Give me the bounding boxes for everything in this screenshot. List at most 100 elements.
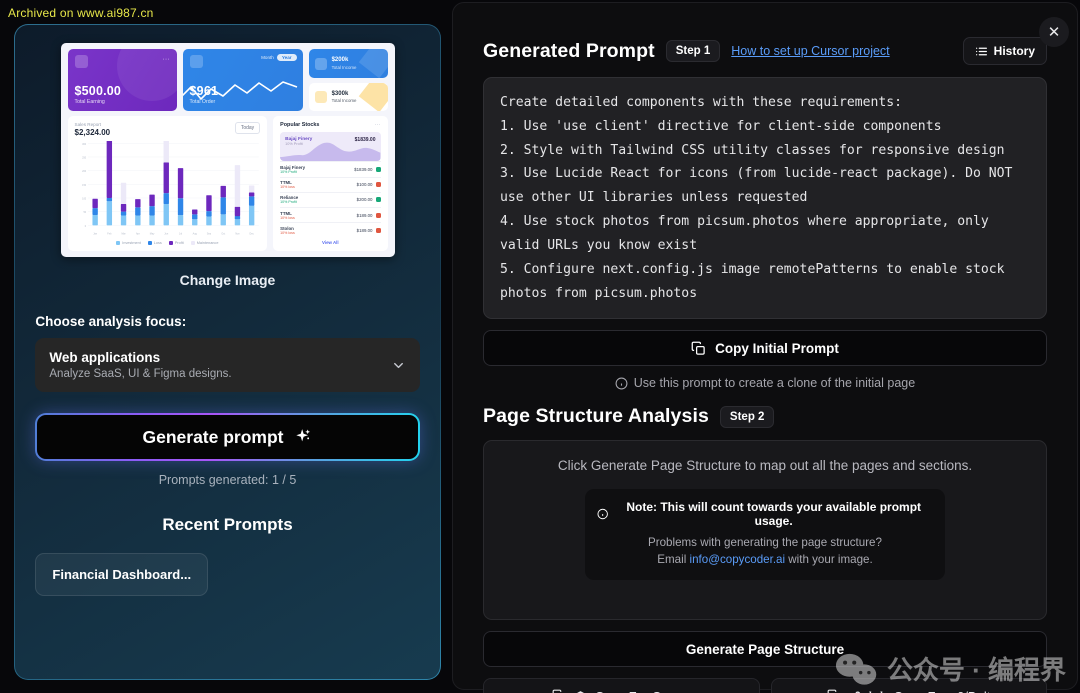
preview-popular-stocks-card: Popular Stocks ··· Bajaj Finery 10% Prof… (273, 116, 388, 252)
stock-price: $189.00 (356, 227, 373, 233)
history-label: History (993, 44, 1035, 58)
legend-label: Investment (122, 241, 141, 246)
archive-watermark: Archived on www.ai987.cn (8, 6, 154, 20)
popular-stocks-header: Popular Stocks ··· (280, 122, 380, 128)
preview-kpi-row: ··· $500.00 Total Earning Month Year $96… (67, 49, 388, 112)
popular-stocks-title: Popular Stocks (280, 122, 320, 129)
support-email-link[interactable]: info@copycoder.ai (690, 553, 786, 566)
stock-change: 10% loss (280, 185, 295, 190)
note-body: Problems with generating the page struct… (597, 535, 933, 569)
app-root: Archived on www.ai987.cn ··· $500.00 Tot… (0, 0, 1080, 693)
initial-prompt-hint-text: Use this prompt to create a clone of the… (633, 376, 916, 391)
preview-sales-report-card: Sales Report $2,324.00 Today 0 50 100 150 20… (67, 116, 268, 252)
bag-icon (189, 55, 203, 69)
copy-for-v0-bolt-label: Copy For v0/Bolt (894, 689, 991, 693)
stock-change: 10% Profit (280, 200, 297, 205)
left-panel: ··· $500.00 Total Earning Month Year $96… (14, 24, 441, 680)
chevron-down-icon (393, 362, 403, 368)
legend-swatch (147, 241, 152, 246)
svg-text:Feb: Feb (107, 232, 112, 236)
sparkles-icon (295, 429, 310, 442)
stock-direction-icon (375, 197, 381, 203)
more-icon[interactable]: ··· (375, 122, 381, 128)
copy-initial-prompt-button[interactable]: Copy Initial Prompt (483, 330, 1047, 367)
preview-range-toggle: Month Year (261, 54, 297, 62)
stock-price: $100.00 (356, 182, 373, 188)
sales-report-chart: 0 50 100 150 200 250 300 Jan Feb Mar Apr May Jun Jul A… (75, 127, 261, 239)
close-icon[interactable]: ✕ (1039, 17, 1069, 47)
stock-direction-icon (375, 227, 381, 233)
copy-for-v0-bolt-button[interactable]: v0 bolt Copy For v0/Bolt (770, 678, 1047, 693)
toggle-year: Year (276, 54, 297, 62)
svg-text:Sep: Sep (206, 232, 211, 236)
svg-text:Dec: Dec (249, 232, 254, 236)
page-structure-empty-lead: Click Generate Page Structure to map out… (557, 458, 973, 474)
preview-kpi-label: Total Order (189, 99, 216, 106)
svg-text:150: 150 (82, 183, 86, 187)
info-icon (615, 377, 628, 390)
legend-item: Investment (116, 241, 141, 246)
svg-text:100: 100 (82, 197, 86, 201)
svg-text:Jun: Jun (164, 232, 168, 236)
preview-mini-amount: $200k (331, 57, 349, 64)
recent-prompts-title: Recent Prompts (162, 515, 293, 535)
cursor-setup-link[interactable]: How to set up Cursor project (731, 44, 889, 58)
analysis-focus-select[interactable]: Web applications Analyze SaaS, UI & Figm… (35, 338, 420, 393)
copy-for-cursor-button[interactable]: Copy For Cursor (483, 678, 760, 693)
dashboard-preview: ··· $500.00 Total Earning Month Year $96… (60, 43, 395, 258)
recent-prompt-item[interactable]: Financial Dashboard... (35, 553, 209, 597)
stock-row: TTML 10% loss $100.00 (280, 176, 381, 192)
page-structure-empty-state: Click Generate Page Structure to map out… (483, 440, 1047, 621)
generated-prompt-title: Generated Prompt (483, 39, 655, 62)
more-icon: ··· (162, 56, 170, 64)
uploaded-image-preview[interactable]: ··· $500.00 Total Earning Month Year $96… (60, 43, 395, 258)
copy-icon (691, 341, 705, 355)
note-email-suffix: with your image. (785, 553, 873, 567)
svg-text:Jul: Jul (179, 232, 182, 236)
note-email-line: Email info@copycoder.ai with your image. (597, 552, 933, 569)
svg-text:May: May (149, 232, 154, 236)
preview-mini-white: $300k Total Income (308, 82, 388, 112)
step1-badge: Step 1 (665, 40, 721, 62)
legend-swatch (168, 241, 173, 246)
calendar-icon (314, 91, 327, 104)
copy-for-cursor-label: Copy For Cursor (595, 689, 691, 693)
generate-prompt-button[interactable]: Generate prompt (37, 415, 418, 460)
left-panel-inner: ··· $500.00 Total Earning Month Year $96… (15, 25, 440, 679)
preview-mini-amount: $300k (331, 90, 349, 97)
sales-report-caption: Sales Report (74, 122, 102, 128)
step1-header: Generated Prompt Step 1 How to set up Cu… (483, 37, 1047, 65)
svg-text:0: 0 (84, 224, 86, 228)
note-title-row: Note: This will count towards your avail… (597, 500, 933, 528)
stocks-view-all[interactable]: View All (280, 240, 380, 245)
svg-text:50: 50 (83, 210, 86, 214)
generated-prompt-modal: ✕ Generated Prompt Step 1 How to set up … (452, 2, 1078, 693)
copy-buttons-row: Copy For Cursor v0 bolt Copy For v0/Bolt (483, 678, 1047, 693)
generate-page-structure-button[interactable]: Generate Page Structure (483, 631, 1047, 668)
preview-mini-label: Total Income (331, 64, 357, 70)
copy-icon (827, 690, 837, 693)
legend-swatch (116, 241, 121, 246)
note-title: Note: This will count towards your avail… (626, 500, 922, 529)
change-image-button[interactable]: Change Image (35, 272, 419, 288)
preview-kpi-label: Total Earning (74, 99, 105, 106)
stock-direction-icon (375, 182, 381, 188)
svg-text:Apr: Apr (135, 232, 139, 236)
svg-text:Nov: Nov (235, 232, 240, 236)
note-problem: Problems with generating the page struct… (648, 536, 882, 550)
stacked-bar-chart: 0 50 100 150 200 250 300 Jan Feb Mar Apr May Jun Jul A… (82, 127, 259, 236)
generated-prompt-text[interactable]: Create detailed components with these re… (483, 77, 1047, 320)
legend-item: Profit (168, 241, 184, 246)
svg-text:Oct: Oct (221, 232, 225, 236)
prompts-generated-count: Prompts generated: 1 / 5 (158, 473, 297, 488)
preview-kpi-total-earning: ··· $500.00 Total Earning (67, 49, 177, 112)
svg-text:200: 200 (82, 169, 86, 173)
svg-text:300: 300 (82, 142, 86, 146)
legend-label: Profit (174, 241, 184, 246)
stocks-hero: Bajaj Finery 10% Profit $1839.00 (280, 132, 381, 162)
copy-icon (552, 690, 562, 693)
calendar-icon (314, 57, 327, 70)
toggle-month: Month (261, 55, 274, 61)
history-button[interactable]: History (962, 37, 1047, 65)
sales-report-range[interactable]: Today (234, 122, 261, 135)
